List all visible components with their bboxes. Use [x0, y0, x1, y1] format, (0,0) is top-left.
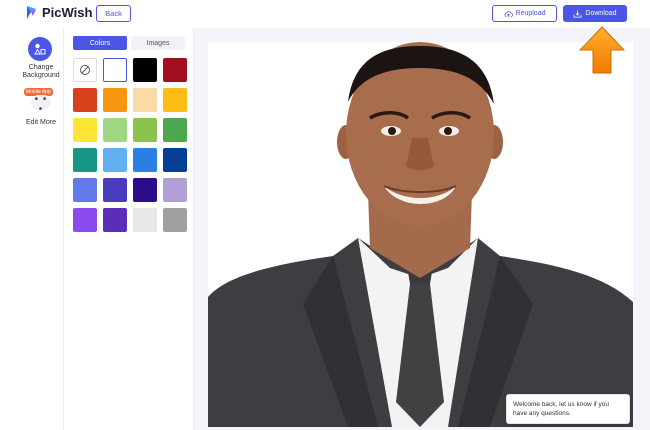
color-swatch[interactable] [133, 58, 157, 82]
color-swatch[interactable] [163, 208, 187, 232]
color-swatch[interactable] [133, 118, 157, 142]
color-swatch[interactable] [163, 88, 187, 112]
color-swatch[interactable] [73, 178, 97, 202]
color-swatch[interactable] [163, 178, 187, 202]
support-chat-bubble[interactable]: Welcome back, let us know if you have an… [506, 394, 630, 424]
reupload-label: Reupload [515, 10, 546, 17]
picwish-logo-icon [25, 5, 38, 20]
color-swatch[interactable] [163, 118, 187, 142]
reupload-button[interactable]: Reupload [492, 5, 557, 22]
color-swatch[interactable] [103, 88, 127, 112]
color-swatch[interactable] [73, 118, 97, 142]
color-swatch[interactable] [73, 88, 97, 112]
color-swatch[interactable] [133, 208, 157, 232]
color-swatch[interactable] [103, 208, 127, 232]
change-background-label: Change Background [22, 64, 60, 79]
background-panel: Colors Images [65, 28, 194, 430]
color-swatch[interactable] [73, 148, 97, 172]
color-swatch[interactable] [133, 148, 157, 172]
color-swatch[interactable] [163, 58, 187, 82]
cloud-upload-icon [504, 10, 513, 18]
image-canvas[interactable] [208, 42, 633, 427]
edit-more-label: Edit More [26, 119, 56, 126]
color-swatch[interactable] [133, 88, 157, 112]
color-swatch[interactable] [163, 148, 187, 172]
more-options-button[interactable]: • • • [31, 95, 51, 115]
logo-text: PicWish [42, 5, 93, 20]
download-button[interactable]: Download [563, 5, 627, 22]
no-color-icon [80, 65, 90, 75]
download-icon [573, 10, 582, 18]
swatch-none[interactable] [73, 58, 97, 82]
tab-images[interactable]: Images [131, 36, 185, 50]
top-bar: PicWish Back Reupload Download [0, 0, 650, 28]
color-swatch[interactable] [103, 148, 127, 172]
download-pointer-arrow-icon [579, 26, 625, 74]
color-swatch[interactable] [103, 118, 127, 142]
background-shapes-icon [34, 43, 46, 55]
color-swatch[interactable] [133, 178, 157, 202]
color-swatch[interactable] [73, 208, 97, 232]
tool-rail: Change Background Mobile App • • • Edit … [16, 28, 64, 430]
change-background-button[interactable] [28, 37, 52, 61]
tab-colors[interactable]: Colors [73, 36, 127, 50]
color-swatch[interactable] [103, 178, 127, 202]
picwish-logo[interactable]: PicWish [25, 5, 92, 20]
portrait-photo [208, 42, 633, 427]
download-label: Download [585, 10, 617, 17]
color-swatch[interactable] [103, 58, 127, 82]
back-button[interactable]: Back [96, 5, 131, 22]
